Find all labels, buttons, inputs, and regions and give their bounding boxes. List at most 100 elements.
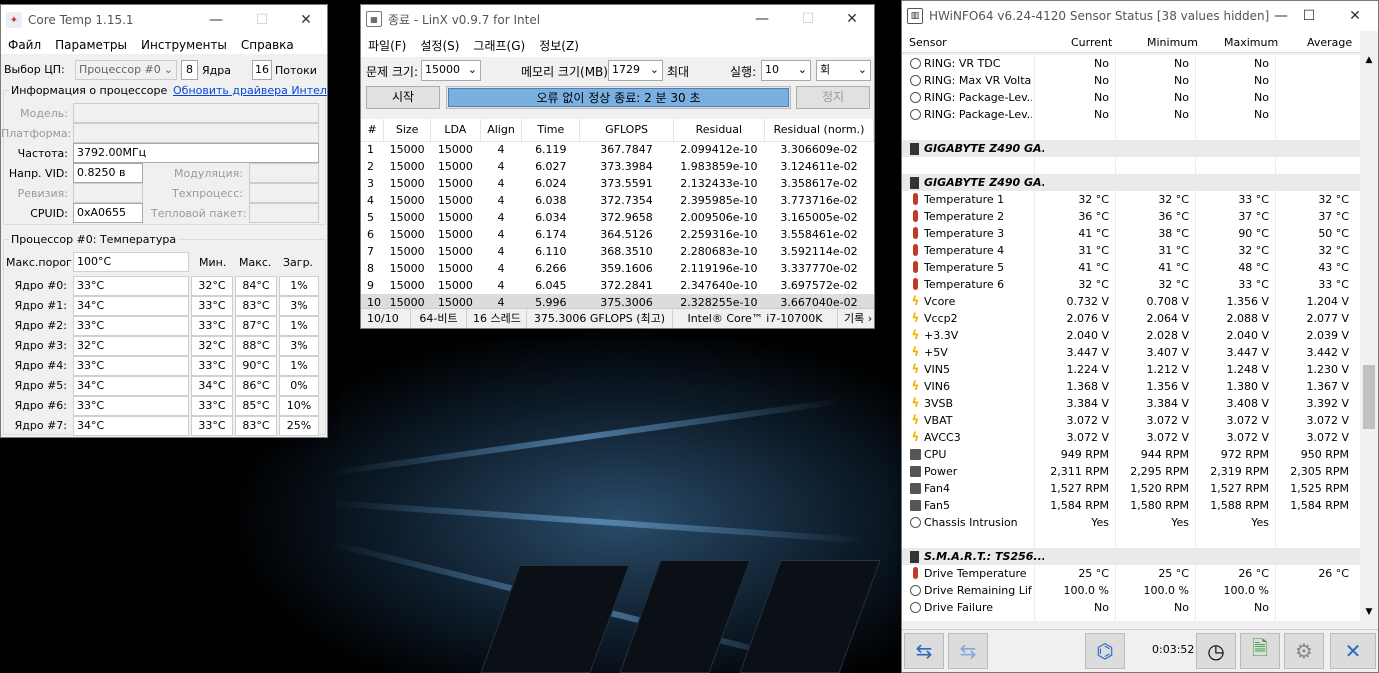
sensor-cur-value: 0.732 V xyxy=(1066,295,1109,308)
table-cell: 2.280683e-10 xyxy=(680,245,758,258)
table-row[interactable]: 3 15000 15000 4 6.024 373.5591 2.132433e-10 3.3… xyxy=(361,175,874,192)
sensor-row[interactable]: Temperature 2 36 °C 36 °C 37 °C 37 °C xyxy=(902,208,1360,225)
sensor-row[interactable]: Drive Temperature 25 °C 25 °C 26 °C 26 °C xyxy=(902,565,1360,582)
title-bar[interactable]: ▥ HWiNFO64 v6.24-4120 Sensor Status [38 … xyxy=(902,1,1378,31)
scrollbar-thumb[interactable] xyxy=(1363,365,1375,429)
sensor-row[interactable]: Temperature 1 32 °C 32 °C 33 °C 32 °C xyxy=(902,191,1360,208)
clock-icon xyxy=(910,585,921,596)
sensor-row[interactable] xyxy=(902,157,1360,174)
col-header[interactable]: Size xyxy=(383,119,431,142)
network-icon[interactable]: ⌬ xyxy=(1085,633,1125,669)
table-row[interactable]: 1 15000 15000 4 6.119 367.7847 2.099412e-10 3.3… xyxy=(361,141,874,158)
sensor-row[interactable]: ϟ VBAT 3.072 V 3.072 V 3.072 V 3.072 V xyxy=(902,412,1360,429)
sensor-row[interactable]: ϟ Vccp2 2.076 V 2.064 V 2.088 V 2.077 V xyxy=(902,310,1360,327)
settings-gear-icon[interactable]: ⚙ xyxy=(1284,633,1324,669)
table-row[interactable]: 6 15000 15000 4 6.174 364.5126 2.259316e-10 3.5… xyxy=(361,226,874,243)
menu-file[interactable]: Файл xyxy=(1,38,48,52)
col-header[interactable]: Residual (norm.) xyxy=(764,119,874,142)
menu-help[interactable]: Справка xyxy=(234,38,301,52)
title-bar[interactable]: ✦ Core Temp 1.15.1 — ☐ ✕ xyxy=(1,5,327,35)
menu-tools[interactable]: Инструменты xyxy=(134,38,234,52)
sensor-row[interactable] xyxy=(902,531,1360,548)
table-row[interactable]: 7 15000 15000 4 6.110 368.3510 2.280683e-10 3.5… xyxy=(361,243,874,260)
sensor-row[interactable]: RING: Max VR Volta... No No No xyxy=(902,72,1360,89)
table-row[interactable]: 8 15000 15000 4 6.266 359.1606 2.119196e-10 3.3… xyxy=(361,260,874,277)
close-button[interactable]: ✕ xyxy=(283,5,327,35)
title-bar[interactable]: ▦ 종료 - LinX v0.9.7 for Intel — ☐ ✕ xyxy=(361,5,874,33)
col-maximum[interactable]: Maximum xyxy=(1224,36,1278,49)
menu-settings[interactable]: 설정(S) xyxy=(413,37,466,54)
maximize-button[interactable]: ☐ xyxy=(239,5,285,35)
expand-arrows-icon[interactable]: ⇆ xyxy=(948,633,988,669)
col-average[interactable]: Average xyxy=(1307,36,1352,49)
table-row[interactable]: 4 15000 15000 4 6.038 372.7354 2.395985e-10 3.7… xyxy=(361,192,874,209)
memory-size-dropdown[interactable]: 1729 ⌄ xyxy=(608,60,663,81)
close-x-icon[interactable]: ✕ xyxy=(1330,633,1376,669)
sensor-name: Temperature 2 xyxy=(924,210,1005,223)
table-row[interactable]: 2 15000 15000 4 6.027 373.3984 1.983859e-10 3.1… xyxy=(361,158,874,175)
sensor-row[interactable]: Temperature 6 32 °C 32 °C 33 °C 33 °C xyxy=(902,276,1360,293)
close-button[interactable]: ✕ xyxy=(1332,1,1378,31)
col-header[interactable]: LDA xyxy=(430,119,481,142)
menu-info[interactable]: 정보(Z) xyxy=(532,37,586,54)
col-minimum[interactable]: Minimum xyxy=(1147,36,1198,49)
clock-icon[interactable]: ◷ xyxy=(1196,633,1236,669)
sensor-row[interactable]: RING: Package-Lev... No No No xyxy=(902,106,1360,123)
sensor-row[interactable]: RING: Package-Lev... No No No xyxy=(902,89,1360,106)
sensor-row[interactable]: Temperature 5 41 °C 41 °C 48 °C 43 °C xyxy=(902,259,1360,276)
add-report-icon[interactable]: 🗎 xyxy=(1240,633,1280,669)
minimize-button[interactable]: — xyxy=(193,5,239,35)
update-drivers-link[interactable]: Обновить драйвера Интель xyxy=(171,84,327,97)
col-header[interactable]: GFLOPS xyxy=(579,119,674,142)
sensor-row[interactable]: ϟ 3VSB 3.384 V 3.384 V 3.408 V 3.392 V xyxy=(902,395,1360,412)
sensor-group-header[interactable]: GIGABYTE Z490 GA... xyxy=(902,140,1360,157)
maximize-button[interactable]: ☐ xyxy=(1286,1,1332,31)
col-header[interactable]: Time xyxy=(521,119,581,142)
sensor-name: GIGABYTE Z490 GA... xyxy=(924,176,1044,189)
col-header[interactable]: Residual xyxy=(673,119,766,142)
stop-button[interactable]: 정지 xyxy=(796,86,870,109)
sensor-row[interactable]: Temperature 3 41 °C 38 °C 90 °C 50 °C xyxy=(902,225,1360,242)
collapse-arrows-icon[interactable]: ⇆ xyxy=(904,633,944,669)
vertical-scrollbar[interactable]: ▲ ▼ xyxy=(1360,55,1378,621)
col-current[interactable]: Current xyxy=(1071,36,1112,49)
col-header[interactable]: Align xyxy=(480,119,523,142)
log-button[interactable]: 기록 › xyxy=(838,309,874,328)
maximize-button[interactable]: ☐ xyxy=(785,5,831,33)
cpu-select-dropdown[interactable]: Процессор #0 ⌄ xyxy=(75,60,177,80)
sensor-row[interactable]: Power 2,311 RPM 2,295 RPM 2,319 RPM 2,305 RP… xyxy=(902,463,1360,480)
sensor-group-header[interactable]: S.M.A.R.T.: TS256... xyxy=(902,548,1360,565)
sensor-row[interactable]: ϟ AVCC3 3.072 V 3.072 V 3.072 V 3.072 V xyxy=(902,429,1360,446)
sensor-row[interactable]: RING: VR TDC No No No xyxy=(902,55,1360,72)
sensor-row[interactable]: CPU 949 RPM 944 RPM 972 RPM 950 RPM xyxy=(902,446,1360,463)
scroll-up-arrow[interactable]: ▲ xyxy=(1360,55,1378,69)
minimize-button[interactable]: — xyxy=(739,5,785,33)
sensor-row[interactable]: ϟ +3.3V 2.040 V 2.028 V 2.040 V 2.039 V xyxy=(902,327,1360,344)
col-header[interactable]: # xyxy=(361,119,385,142)
sensor-row[interactable]: Fan4 1,527 RPM 1,520 RPM 1,527 RPM 1,525 RPM xyxy=(902,480,1360,497)
run-count-dropdown[interactable]: 10 ⌄ xyxy=(761,60,811,81)
sensor-row[interactable]: ϟ Vcore 0.732 V 0.708 V 1.356 V 1.204 V xyxy=(902,293,1360,310)
sensor-row[interactable]: ϟ +5V 3.447 V 3.407 V 3.447 V 3.442 V xyxy=(902,344,1360,361)
sensor-row[interactable]: Chassis Intrusion Yes Yes Yes xyxy=(902,514,1360,531)
menu-file[interactable]: 파일(F) xyxy=(361,37,413,54)
menu-options[interactable]: Параметры xyxy=(48,38,134,52)
max-label[interactable]: 최대 xyxy=(667,63,689,80)
sensor-row[interactable]: ϟ VIN6 1.368 V 1.356 V 1.380 V 1.367 V xyxy=(902,378,1360,395)
sensor-group-header[interactable]: GIGABYTE Z490 GA... xyxy=(902,174,1360,191)
run-unit-dropdown[interactable]: 회 ⌄ xyxy=(816,60,871,81)
start-button[interactable]: 시작 xyxy=(366,86,440,109)
sensor-row[interactable]: ϟ VIN5 1.224 V 1.212 V 1.248 V 1.230 V xyxy=(902,361,1360,378)
menu-graph[interactable]: 그래프(G) xyxy=(466,37,532,54)
close-button[interactable]: ✕ xyxy=(829,5,874,33)
table-row[interactable]: 5 15000 15000 4 6.034 372.9658 2.009506e-10 3.1… xyxy=(361,209,874,226)
sensor-row[interactable]: Fan5 1,584 RPM 1,580 RPM 1,588 RPM 1,584 RPM xyxy=(902,497,1360,514)
sensor-row[interactable]: Drive Failure No No No xyxy=(902,599,1360,616)
col-sensor[interactable]: Sensor xyxy=(909,36,947,49)
table-row[interactable]: 9 15000 15000 4 6.045 372.2841 2.347640e-10 3.6… xyxy=(361,277,874,294)
problem-size-dropdown[interactable]: 15000 ⌄ xyxy=(421,60,481,81)
scroll-down-arrow[interactable]: ▼ xyxy=(1360,607,1378,621)
sensor-row[interactable]: Temperature 4 31 °C 31 °C 32 °C 32 °C xyxy=(902,242,1360,259)
sensor-row[interactable]: Drive Remaining Life 100.0 % 100.0 % 100.0 … xyxy=(902,582,1360,599)
sensor-row[interactable] xyxy=(902,123,1360,140)
